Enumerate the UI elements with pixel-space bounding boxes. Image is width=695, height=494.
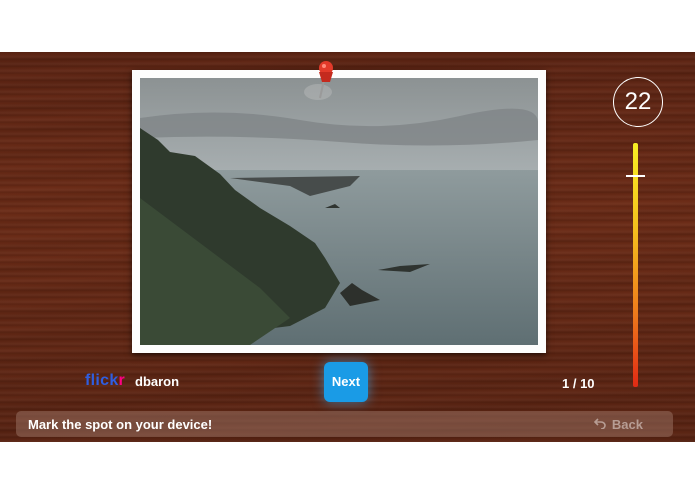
instruction-text: Mark the spot on your device! — [28, 417, 213, 432]
progress-counter: 1 / 10 — [562, 376, 595, 391]
landscape-photo — [140, 78, 538, 345]
pushpin-icon[interactable] — [300, 58, 348, 108]
photo-card — [132, 70, 546, 353]
undo-arrow-icon — [593, 418, 606, 429]
status-bar: Mark the spot on your device! Back — [16, 411, 673, 437]
flickr-logo: flickr — [85, 372, 126, 389]
back-label: Back — [611, 417, 643, 432]
back-button[interactable]: Back — [593, 417, 643, 432]
countdown-timer: 22 — [613, 77, 663, 127]
next-button[interactable]: Next — [324, 362, 368, 402]
distance-meter — [633, 143, 638, 387]
photo-author: dbaron — [135, 374, 180, 389]
meter-level-marker — [626, 175, 645, 177]
